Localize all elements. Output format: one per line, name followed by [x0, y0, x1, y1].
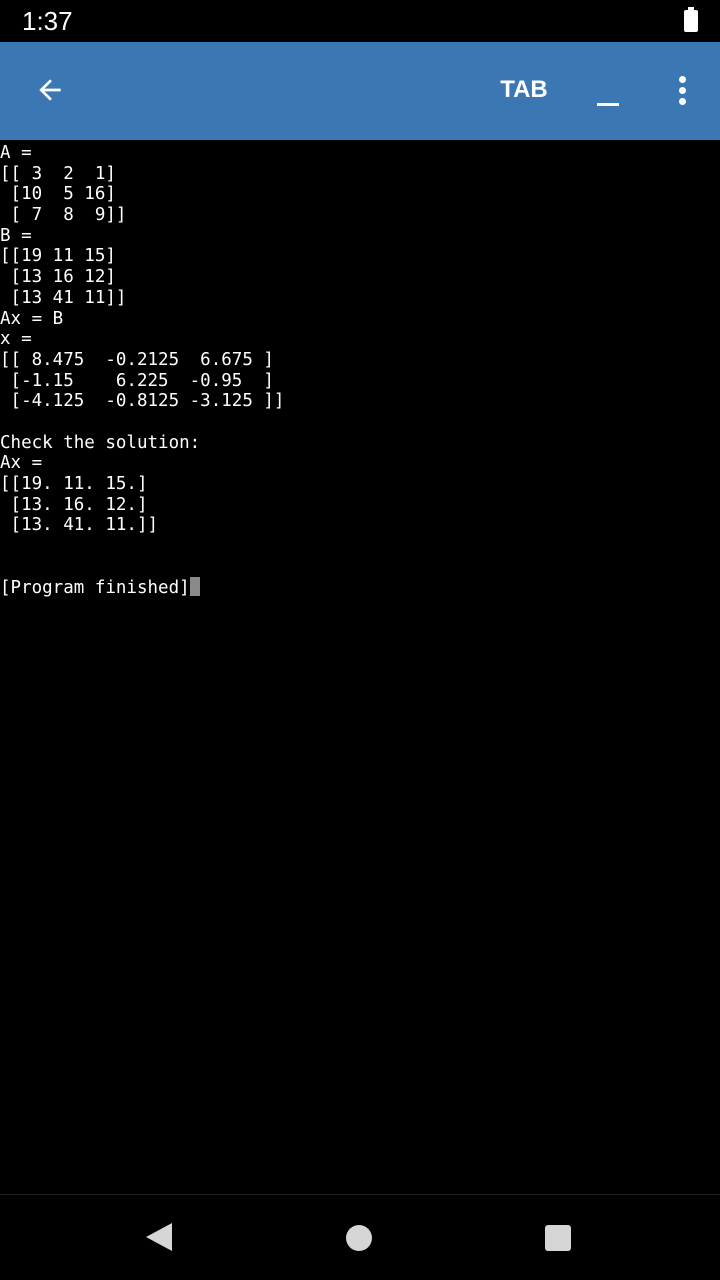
terminal-line: [13 16 12]: [0, 267, 116, 288]
system-nav-bar: [0, 1194, 720, 1280]
terminal-line: [10 5 16]: [0, 184, 116, 205]
nav-home-icon[interactable]: [346, 1225, 372, 1251]
terminal-line: x =: [0, 329, 32, 350]
terminal-line: Ax =: [0, 453, 43, 474]
terminal-line: A =: [0, 143, 32, 163]
terminal-line: [13. 41. 11.]]: [0, 515, 159, 536]
terminal-line: [13. 16. 12.]: [0, 494, 148, 515]
nav-back-icon[interactable]: [144, 1221, 174, 1253]
terminal-cursor: [189, 577, 200, 597]
terminal-line: [-1.15 6.225 -0.95 ]: [0, 370, 274, 391]
underscore-key-button[interactable]: [584, 66, 632, 114]
battery-icon: [684, 7, 698, 32]
terminal-line: [[ 8.475 -0.2125 6.675 ]: [0, 349, 274, 370]
terminal-line: Check the solution:: [0, 432, 201, 453]
terminal-prompt-line: [Program finished]: [0, 577, 720, 598]
terminal-line: [[ 3 2 1]: [0, 163, 116, 184]
terminal-output[interactable]: A = [[ 3 2 1] [10 5 16] [ 7 8 9]] B = [[…: [0, 140, 720, 1194]
tab-key-button[interactable]: TAB: [486, 66, 562, 114]
more-vert-icon[interactable]: [658, 66, 706, 114]
back-button[interactable]: [26, 66, 74, 114]
terminal-line: [13 41 11]]: [0, 287, 127, 308]
status-time: 1:37: [22, 5, 73, 36]
status-bar: 1:37: [0, 0, 720, 42]
program-finished-text: [Program finished]: [0, 578, 190, 599]
app-toolbar: TAB: [0, 42, 720, 140]
nav-recents-icon[interactable]: [545, 1225, 571, 1251]
terminal-line: [-4.125 -0.8125 -3.125 ]]: [0, 391, 285, 412]
terminal-line: [ 7 8 9]]: [0, 205, 127, 226]
terminal-line: Ax = B: [0, 308, 64, 329]
arrow-back-icon: [39, 79, 61, 101]
terminal-line: [[19 11 15]: [0, 246, 116, 267]
terminal-line: [[19. 11. 15.]: [0, 474, 148, 494]
terminal-line: B =: [0, 225, 32, 246]
